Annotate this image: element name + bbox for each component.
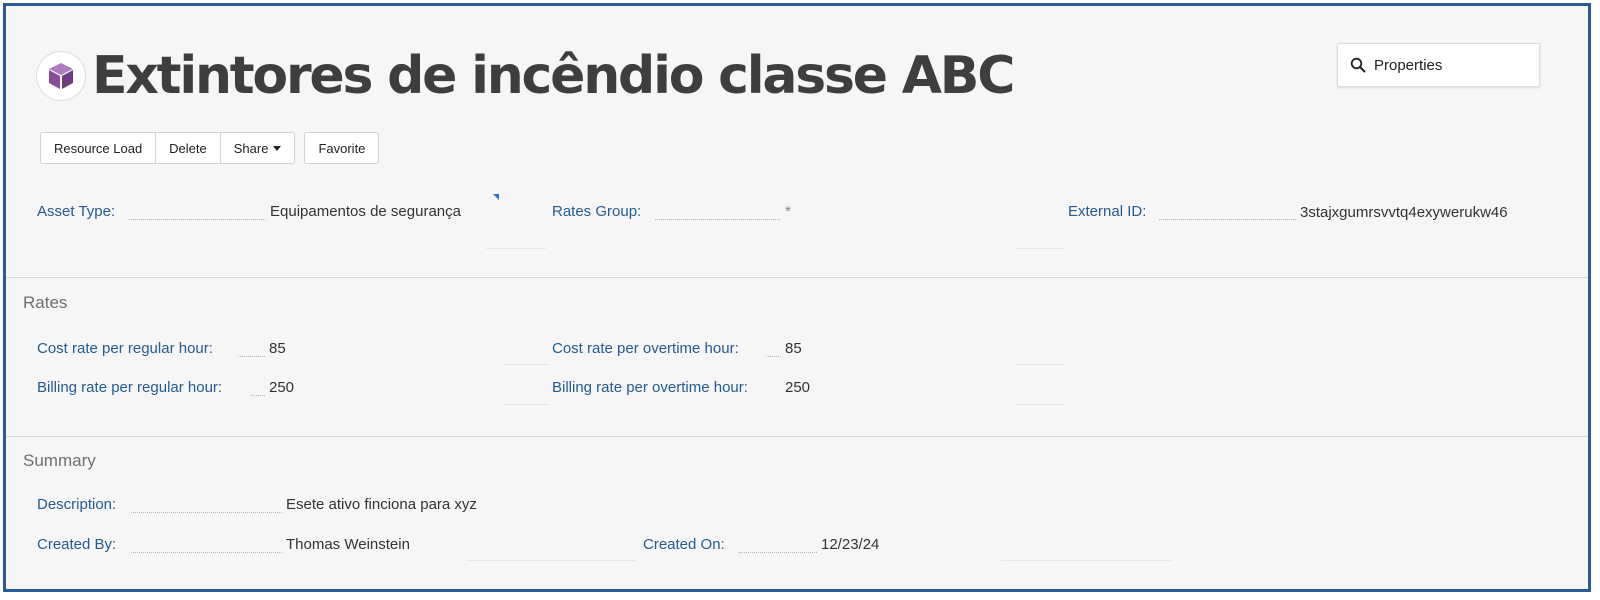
record-panel: Extintores de incêndio classe ABC Resour… bbox=[3, 3, 1591, 592]
dotted-leader bbox=[1159, 219, 1296, 220]
toolbar: Resource Load Delete Share Favorite bbox=[40, 132, 380, 164]
favorite-button[interactable]: Favorite bbox=[304, 132, 380, 164]
created-on-value[interactable]: 12/23/24 bbox=[821, 536, 879, 553]
rates-group-label: Rates Group: bbox=[552, 203, 642, 220]
field-underline bbox=[1016, 364, 1064, 365]
dotted-leader bbox=[766, 356, 781, 357]
cost-overtime-label: Cost rate per overtime hour: bbox=[552, 340, 739, 357]
billing-overtime-value[interactable]: 250 bbox=[785, 379, 810, 396]
field-underline bbox=[1001, 560, 1171, 561]
dotted-leader bbox=[655, 219, 780, 220]
billing-regular-value[interactable]: 250 bbox=[269, 379, 294, 396]
rates-section-title: Rates bbox=[23, 293, 68, 312]
caret-down-icon bbox=[273, 145, 282, 151]
billing-regular-label: Billing rate per regular hour: bbox=[37, 379, 223, 396]
rates-group-value[interactable]: * bbox=[785, 203, 791, 220]
corner-marker-icon bbox=[493, 194, 499, 200]
share-button-label: Share bbox=[233, 140, 269, 156]
dotted-leader bbox=[129, 219, 266, 220]
share-button[interactable]: Share bbox=[219, 133, 295, 163]
billing-overtime-label: Billing rate per overtime hour: bbox=[552, 379, 748, 396]
description-label: Description: bbox=[37, 496, 117, 513]
cost-regular-value[interactable]: 85 bbox=[269, 340, 286, 357]
asset-type-label: Asset Type: bbox=[37, 203, 116, 220]
created-by-label: Created By: bbox=[37, 536, 117, 553]
properties-search[interactable] bbox=[1337, 43, 1540, 87]
external-id-label: External ID: bbox=[1068, 203, 1147, 220]
page-title: Extintores de incêndio classe ABC bbox=[92, 46, 1015, 106]
external-id-value[interactable]: 3stajxgumrsvvtq4exywerukw46 bbox=[1300, 203, 1530, 223]
field-underline bbox=[1016, 404, 1064, 405]
summary-section-title: Summary bbox=[23, 451, 96, 470]
description-value[interactable]: Esete ativo finciona para xyz bbox=[286, 496, 477, 513]
field-underline bbox=[1016, 248, 1064, 249]
delete-button[interactable]: Delete bbox=[155, 133, 220, 163]
dotted-leader bbox=[131, 552, 282, 553]
section-divider bbox=[6, 436, 1588, 437]
cost-overtime-value[interactable]: 85 bbox=[785, 340, 802, 357]
asset-type-value[interactable]: Equipamentos de segurança bbox=[270, 203, 461, 220]
page-header: Extintores de incêndio classe ABC bbox=[36, 46, 1015, 106]
section-divider bbox=[6, 277, 1588, 278]
field-underline bbox=[466, 560, 636, 561]
field-underline bbox=[504, 364, 549, 365]
dotted-leader bbox=[251, 395, 265, 396]
field-underline bbox=[486, 248, 546, 249]
resource-load-button[interactable]: Resource Load bbox=[41, 133, 156, 163]
cost-regular-label: Cost rate per regular hour: bbox=[37, 340, 213, 357]
created-on-label: Created On: bbox=[643, 536, 725, 553]
dotted-leader bbox=[739, 552, 817, 553]
dotted-leader bbox=[238, 356, 265, 357]
search-icon bbox=[1350, 56, 1368, 74]
dotted-leader bbox=[131, 512, 282, 513]
field-underline bbox=[504, 404, 549, 405]
cube-icon bbox=[36, 51, 86, 101]
search-input[interactable] bbox=[1374, 56, 1534, 74]
created-by-value[interactable]: Thomas Weinstein bbox=[286, 536, 410, 553]
action-button-group: Resource Load Delete Share bbox=[40, 132, 296, 164]
